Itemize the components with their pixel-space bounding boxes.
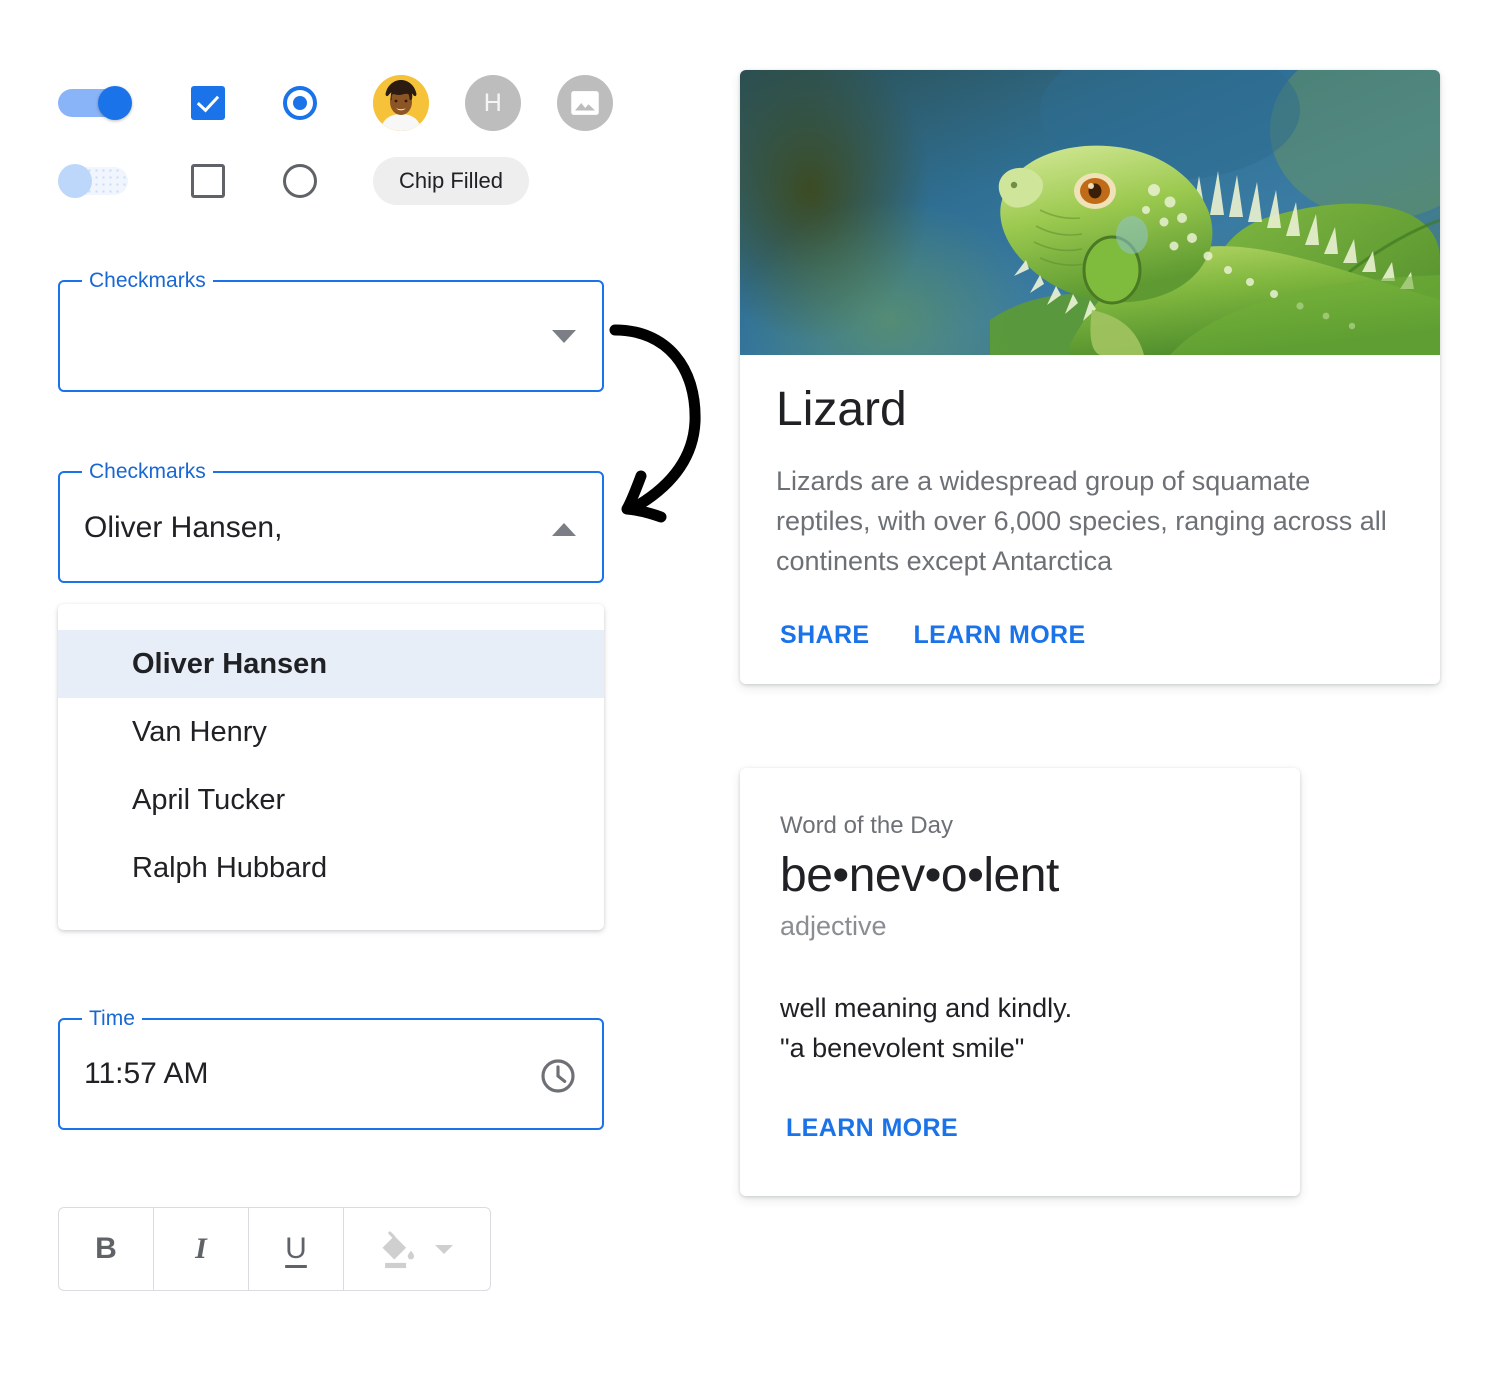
avatar-letter[interactable]: H bbox=[465, 75, 521, 131]
checkmarks-select-filled-value: Oliver Hansen, bbox=[84, 511, 283, 544]
page-title: Lizard bbox=[776, 383, 907, 436]
avatar-photo[interactable] bbox=[373, 75, 429, 131]
chevron-down-icon bbox=[435, 1245, 453, 1254]
flow-arrow bbox=[609, 324, 701, 523]
radio-selected[interactable] bbox=[283, 86, 317, 120]
lizard-card-body: Lizard Lizards are a widespread group of… bbox=[740, 355, 1440, 581]
controls-grid: H Chip Filled bbox=[58, 64, 678, 220]
avatar-photo-illustration bbox=[373, 75, 429, 131]
learn-more-button[interactable]: LEARN MORE bbox=[914, 621, 1086, 650]
list-item[interactable]: Van Henry bbox=[58, 698, 604, 766]
switch-toggle-on[interactable] bbox=[58, 86, 134, 120]
menu-item-label: Ralph Hubbard bbox=[132, 851, 328, 884]
toggle-on-cell bbox=[58, 86, 191, 120]
avatar-group: H bbox=[373, 75, 678, 131]
underline-label: U bbox=[285, 1232, 307, 1265]
clock-icon[interactable] bbox=[538, 1056, 578, 1101]
word-card-word: be•nev•o•lent bbox=[780, 849, 1059, 902]
switch-thumb bbox=[58, 164, 92, 198]
avatar-image-placeholder[interactable] bbox=[557, 75, 613, 131]
list-item[interactable]: Oliver Hansen bbox=[58, 630, 604, 698]
format-fill-color-icon bbox=[382, 1231, 415, 1269]
fill-color-button[interactable] bbox=[344, 1208, 490, 1290]
word-card-definition: well meaning and kindly. "a benevolent s… bbox=[780, 993, 1073, 1063]
checkmarks-select-empty[interactable]: Checkmarks bbox=[58, 269, 604, 392]
word-card-part-of-speech: adjective bbox=[780, 911, 887, 941]
checkbox-unchecked[interactable] bbox=[191, 164, 225, 198]
chip-cell: Chip Filled bbox=[373, 157, 678, 205]
word-card-actions: LEARN MORE bbox=[780, 1068, 1260, 1143]
controls-row-disabled: Chip Filled bbox=[58, 142, 678, 220]
chevron-up-icon[interactable] bbox=[552, 523, 576, 536]
radio-selected-cell bbox=[283, 86, 373, 120]
checkbox-checked[interactable] bbox=[191, 86, 225, 120]
chevron-down-icon[interactable] bbox=[552, 330, 576, 343]
lizard-image bbox=[740, 70, 1440, 355]
checkmarks-select-filled-label: Checkmarks bbox=[82, 460, 213, 484]
controls-row-enabled: H bbox=[58, 64, 678, 142]
menu-item-label: April Tucker bbox=[132, 783, 286, 816]
list-item[interactable]: Ralph Hubbard bbox=[58, 834, 604, 902]
lizard-card: Lizard Lizards are a widespread group of… bbox=[740, 70, 1440, 685]
avatar-letter-text: H bbox=[483, 88, 503, 117]
bold-button[interactable]: B bbox=[59, 1208, 154, 1290]
list-item[interactable]: April Tucker bbox=[58, 766, 604, 834]
menu-item-label: Van Henry bbox=[132, 715, 267, 748]
checkmarks-dropdown-menu[interactable]: Oliver Hansen Van Henry April Tucker Ral… bbox=[58, 604, 604, 930]
image-icon bbox=[571, 91, 599, 115]
lizard-card-description: Lizards are a widespread group of squama… bbox=[776, 466, 1387, 577]
bold-label: B bbox=[95, 1232, 117, 1265]
radio-unselected-cell bbox=[283, 164, 373, 198]
italic-label: I bbox=[195, 1232, 207, 1265]
toggle-off-cell bbox=[58, 164, 191, 198]
time-input-label: Time bbox=[82, 1007, 142, 1031]
checkmarks-select-filled[interactable]: Checkmarks Oliver Hansen, bbox=[58, 460, 604, 583]
controls-column: H Chip Filled Checkmarks Checkmarks Oliv… bbox=[0, 0, 701, 1381]
radio-unselected[interactable] bbox=[283, 164, 317, 198]
word-of-the-day-card: Word of the Day be•nev•o•lent adjective … bbox=[740, 768, 1300, 1196]
word-card-eyebrow: Word of the Day bbox=[780, 812, 953, 839]
chip-label: Chip Filled bbox=[399, 168, 503, 193]
checkbox-unchecked-cell bbox=[191, 164, 283, 198]
lizard-photo-illustration bbox=[740, 70, 1440, 355]
share-button[interactable]: SHARE bbox=[780, 621, 870, 650]
time-input[interactable]: Time 11:57 AM bbox=[58, 1007, 604, 1130]
time-input-value: 11:57 AM bbox=[84, 1057, 209, 1090]
checkmarks-select-empty-label: Checkmarks bbox=[82, 269, 213, 293]
switch-toggle-off[interactable] bbox=[58, 164, 134, 198]
lizard-card-actions: SHARE LEARN MORE bbox=[740, 581, 1440, 684]
chip-filled[interactable]: Chip Filled bbox=[373, 157, 529, 205]
format-toolbar: B I U bbox=[58, 1207, 491, 1291]
italic-button[interactable]: I bbox=[154, 1208, 249, 1290]
checkbox-checked-cell bbox=[191, 86, 283, 120]
menu-item-label: Oliver Hansen bbox=[132, 647, 328, 680]
learn-more-button[interactable]: LEARN MORE bbox=[786, 1114, 958, 1143]
switch-thumb bbox=[98, 86, 132, 120]
underline-button[interactable]: U bbox=[249, 1208, 344, 1290]
